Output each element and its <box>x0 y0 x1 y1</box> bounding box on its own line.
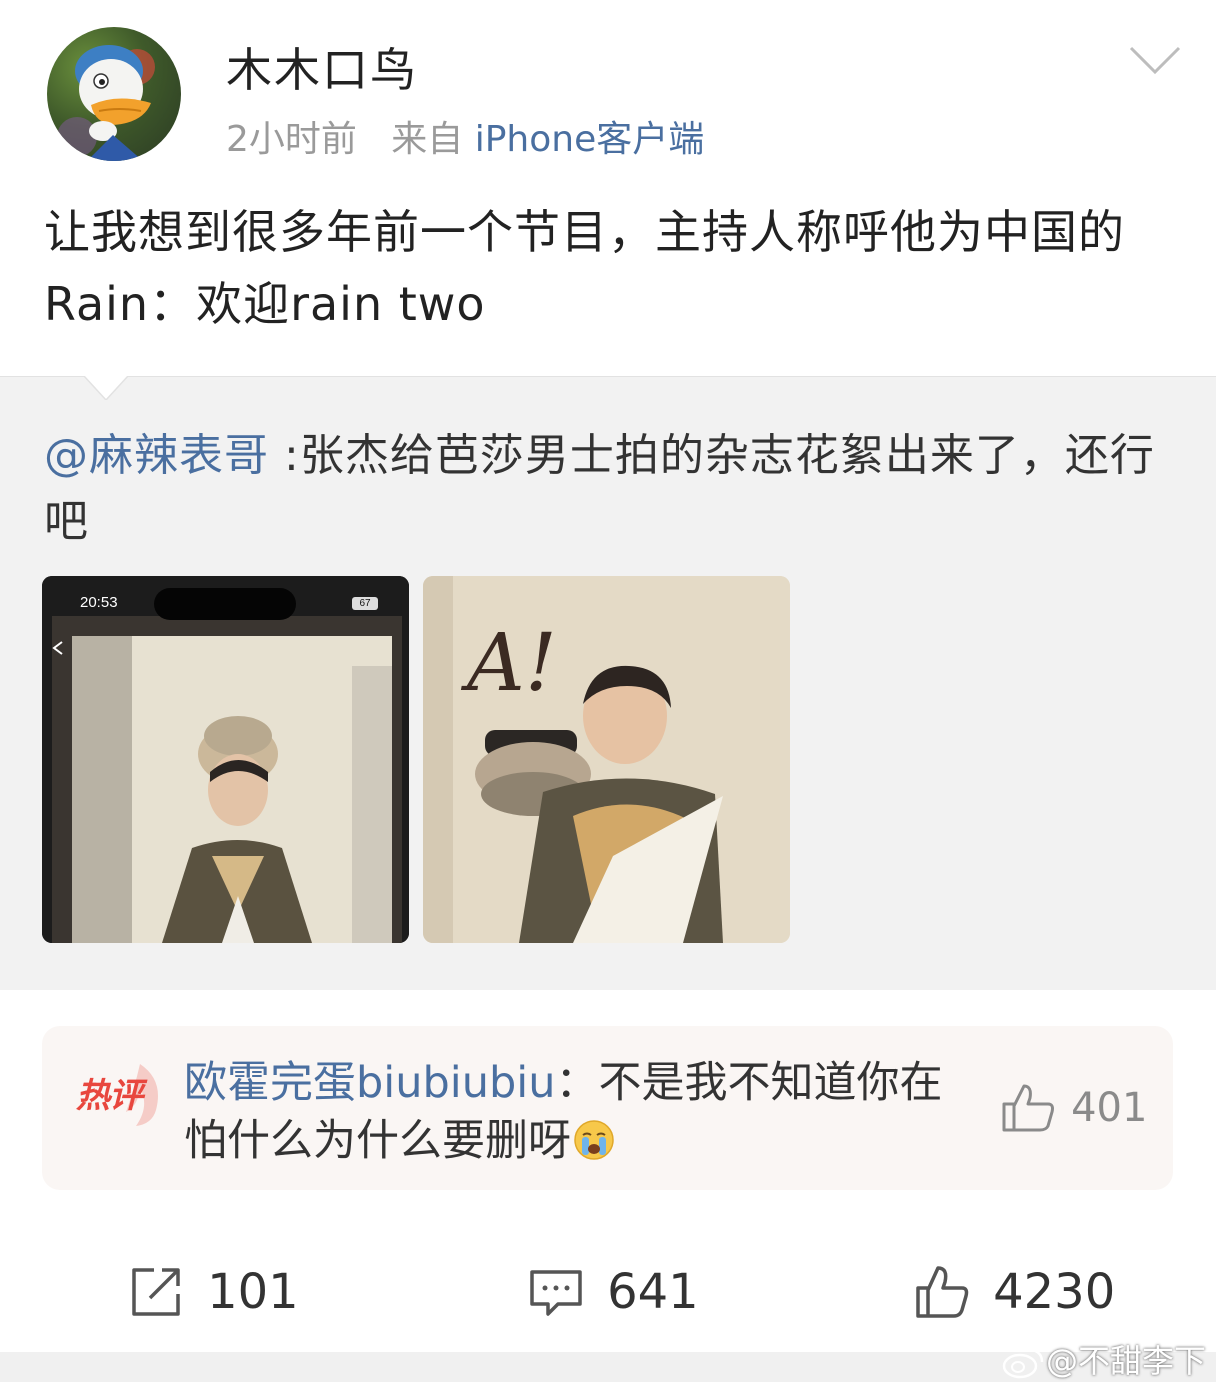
repost-mention[interactable]: @麻辣表哥 <box>44 430 269 481</box>
post-text: 让我想到很多年前一个节目，主持人称呼他为中国的Rain：欢迎rain two <box>44 205 1125 331</box>
like-count: 4230 <box>993 1264 1116 1320</box>
chevron-down-icon[interactable] <box>1128 44 1182 76</box>
like-button[interactable]: 4230 <box>914 1264 1115 1324</box>
hot-comment-badge: 热评 <box>70 1060 166 1130</box>
avatar-image <box>57 45 155 161</box>
overlay-scribble-text: A! <box>467 616 557 709</box>
battery-level: 67 <box>352 597 378 610</box>
share-icon <box>132 1268 180 1316</box>
thumbs-up-icon <box>1002 1084 1054 1132</box>
hot-comment-like-count: 401 <box>1071 1085 1148 1131</box>
watermark: @不甜李下 <box>1002 1336 1206 1382</box>
hot-comment-like[interactable]: 401 <box>1000 1082 1147 1138</box>
repost-image-2[interactable]: A! <box>423 576 790 943</box>
post-header: 木木口鸟 2小时前 来自 iPhone客户端 <box>0 0 1216 180</box>
repost-image-1[interactable]: 20:53 67 <box>42 576 409 943</box>
source-link[interactable]: iPhone客户端 <box>475 119 705 160</box>
photo-screenshot <box>42 576 409 943</box>
thumbs-up-icon <box>916 1266 969 1318</box>
comment-icon <box>530 1270 582 1316</box>
post-meta: 2小时前 来自 iPhone客户端 <box>226 110 704 162</box>
repost-card[interactable]: @麻辣表哥 :张杰给芭莎男士拍的杂志花絮出来了，还行吧 20:53 67 A! <box>0 376 1216 990</box>
username[interactable]: 木木口鸟 <box>226 34 418 100</box>
comment-button[interactable]: 641 <box>528 1264 699 1324</box>
post-time: 2小时前 <box>226 119 357 160</box>
action-bar: 101 641 4230 <box>0 1240 1216 1340</box>
commenter-name[interactable]: 欧霍完蛋biubiubiu <box>184 1058 555 1108</box>
repost-button[interactable]: 101 <box>128 1264 299 1324</box>
source-prefix: 来自 <box>391 119 464 160</box>
comment-count: 641 <box>607 1264 699 1320</box>
avatar[interactable] <box>47 27 181 161</box>
crying-face-icon <box>574 1120 614 1160</box>
watermark-text: @不甜李下 <box>1046 1342 1207 1380</box>
hot-comment-text: 欧霍完蛋biubiubiu：不是我不知道你在怕什么为什么要删呀 <box>184 1054 954 1170</box>
repost-text: @麻辣表哥 :张杰给芭莎男士拍的杂志花絮出来了，还行吧 <box>44 423 1174 555</box>
hot-comment-tag: 热评 <box>76 1076 143 1116</box>
weibo-logo-icon <box>1002 1348 1044 1379</box>
status-time: 20:53 <box>80 594 118 611</box>
repost-notch-icon <box>84 376 128 400</box>
repost-count: 101 <box>207 1264 299 1320</box>
hot-comment-card[interactable]: 热评 欧霍完蛋biubiubiu：不是我不知道你在怕什么为什么要删呀 401 <box>42 1026 1173 1190</box>
